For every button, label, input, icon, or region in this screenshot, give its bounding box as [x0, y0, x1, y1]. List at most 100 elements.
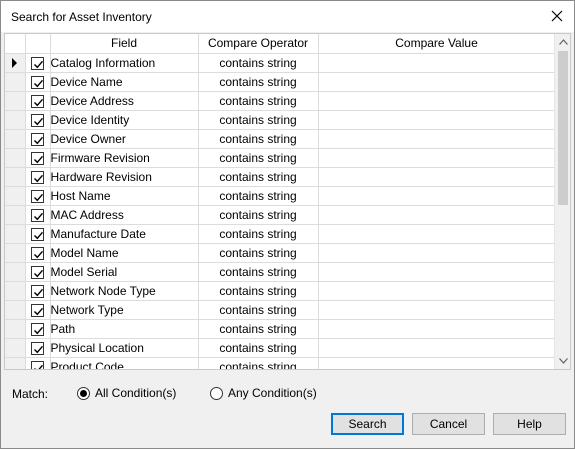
compare-value-cell[interactable]	[318, 186, 556, 206]
compare-value-cell[interactable]	[318, 72, 556, 92]
operator-cell[interactable]: contains string	[198, 319, 319, 339]
table-row[interactable]: Path contains string	[5, 319, 556, 339]
compare-value-cell[interactable]	[318, 148, 556, 168]
compare-value-cell[interactable]	[318, 262, 556, 282]
row-checkbox-cell[interactable]	[25, 91, 51, 111]
row-checkbox[interactable]	[31, 208, 44, 222]
row-checkbox-cell[interactable]	[25, 281, 51, 301]
compare-value-cell[interactable]	[318, 53, 556, 73]
close-button[interactable]	[544, 4, 570, 28]
any-conditions-label[interactable]: Any Condition(s)	[228, 386, 317, 400]
field-cell[interactable]: Model Name	[50, 243, 199, 263]
field-cell[interactable]: Device Name	[50, 72, 199, 92]
table-row[interactable]: Model Name contains string	[5, 243, 556, 263]
table-row[interactable]: Network Type contains string	[5, 300, 556, 320]
all-conditions-label[interactable]: All Condition(s)	[95, 386, 176, 400]
operator-cell[interactable]: contains string	[198, 110, 319, 130]
table-row[interactable]: Device Name contains string	[5, 72, 556, 92]
operator-cell[interactable]: contains string	[198, 357, 319, 369]
operator-cell[interactable]: contains string	[198, 300, 319, 320]
row-header[interactable]	[5, 110, 26, 130]
row-checkbox-cell[interactable]	[25, 300, 51, 320]
field-cell[interactable]: Host Name	[50, 186, 199, 206]
value-column-header[interactable]: Compare Value	[318, 34, 556, 54]
table-row[interactable]: Physical Location contains string	[5, 338, 556, 358]
row-checkbox[interactable]	[31, 265, 44, 279]
field-cell[interactable]: Path	[50, 319, 199, 339]
row-checkbox[interactable]	[31, 113, 44, 127]
row-checkbox-cell[interactable]	[25, 243, 51, 263]
row-checkbox[interactable]	[31, 322, 44, 336]
table-row[interactable]: Product Code contains string	[5, 357, 556, 369]
row-checkbox[interactable]	[31, 303, 44, 317]
table-row[interactable]: Device Owner contains string	[5, 129, 556, 149]
row-checkbox[interactable]	[31, 360, 44, 369]
row-checkbox[interactable]	[31, 246, 44, 260]
table-row[interactable]: Network Node Type contains string	[5, 281, 556, 301]
compare-value-cell[interactable]	[318, 91, 556, 111]
row-checkbox-cell[interactable]	[25, 186, 51, 206]
compare-value-cell[interactable]	[318, 338, 556, 358]
vertical-scrollbar[interactable]	[554, 34, 570, 369]
row-header[interactable]	[5, 129, 26, 149]
operator-cell[interactable]: contains string	[198, 224, 319, 244]
row-header[interactable]	[5, 281, 26, 301]
row-header[interactable]	[5, 319, 26, 339]
field-cell[interactable]: Firmware Revision	[50, 148, 199, 168]
field-cell[interactable]: Device Address	[50, 91, 199, 111]
scrollbar-thumb[interactable]	[558, 51, 568, 205]
compare-value-cell[interactable]	[318, 129, 556, 149]
row-checkbox[interactable]	[31, 94, 44, 108]
row-checkbox-cell[interactable]	[25, 167, 51, 187]
compare-value-cell[interactable]	[318, 243, 556, 263]
row-checkbox[interactable]	[31, 132, 44, 146]
row-header[interactable]	[5, 167, 26, 187]
operator-cell[interactable]: contains string	[198, 186, 319, 206]
field-column-header[interactable]: Field	[50, 34, 199, 54]
scroll-up-button[interactable]	[555, 34, 570, 50]
table-row[interactable]: Host Name contains string	[5, 186, 556, 206]
compare-value-cell[interactable]	[318, 110, 556, 130]
field-cell[interactable]: Network Node Type	[50, 281, 199, 301]
row-checkbox[interactable]	[31, 189, 44, 203]
row-checkbox[interactable]	[31, 341, 44, 355]
field-cell[interactable]: Hardware Revision	[50, 167, 199, 187]
operator-cell[interactable]: contains string	[198, 148, 319, 168]
row-checkbox-cell[interactable]	[25, 224, 51, 244]
row-checkbox-cell[interactable]	[25, 148, 51, 168]
row-header[interactable]	[5, 186, 26, 206]
row-checkbox[interactable]	[31, 284, 44, 298]
row-checkbox[interactable]	[31, 170, 44, 184]
row-checkbox-cell[interactable]	[25, 205, 51, 225]
cancel-button[interactable]: Cancel	[412, 413, 485, 435]
table-row[interactable]: Hardware Revision contains string	[5, 167, 556, 187]
row-checkbox-cell[interactable]	[25, 129, 51, 149]
row-header[interactable]	[5, 205, 26, 225]
row-checkbox[interactable]	[31, 56, 44, 70]
row-header[interactable]	[5, 224, 26, 244]
field-cell[interactable]: Model Serial	[50, 262, 199, 282]
row-checkbox-cell[interactable]	[25, 262, 51, 282]
row-checkbox[interactable]	[31, 227, 44, 241]
all-conditions-radio[interactable]: All Condition(s)	[77, 386, 176, 400]
table-row[interactable]: Device Address contains string	[5, 91, 556, 111]
row-checkbox[interactable]	[31, 151, 44, 165]
row-checkbox-cell[interactable]	[25, 319, 51, 339]
operator-cell[interactable]: contains string	[198, 338, 319, 358]
field-cell[interactable]: MAC Address	[50, 205, 199, 225]
field-cell[interactable]: Product Code	[50, 357, 199, 369]
compare-value-cell[interactable]	[318, 319, 556, 339]
table-row[interactable]: Catalog Information contains string	[5, 53, 556, 73]
compare-value-cell[interactable]	[318, 167, 556, 187]
operator-cell[interactable]: contains string	[198, 129, 319, 149]
field-cell[interactable]: Physical Location	[50, 338, 199, 358]
radio-circle[interactable]	[77, 386, 90, 400]
operator-cell[interactable]: contains string	[198, 53, 319, 73]
field-cell[interactable]: Device Owner	[50, 129, 199, 149]
operator-cell[interactable]: contains string	[198, 72, 319, 92]
operator-cell[interactable]: contains string	[198, 243, 319, 263]
search-button[interactable]: Search	[331, 413, 404, 435]
row-checkbox-cell[interactable]	[25, 110, 51, 130]
scroll-down-button[interactable]	[555, 353, 570, 369]
help-button[interactable]: Help	[493, 413, 566, 435]
